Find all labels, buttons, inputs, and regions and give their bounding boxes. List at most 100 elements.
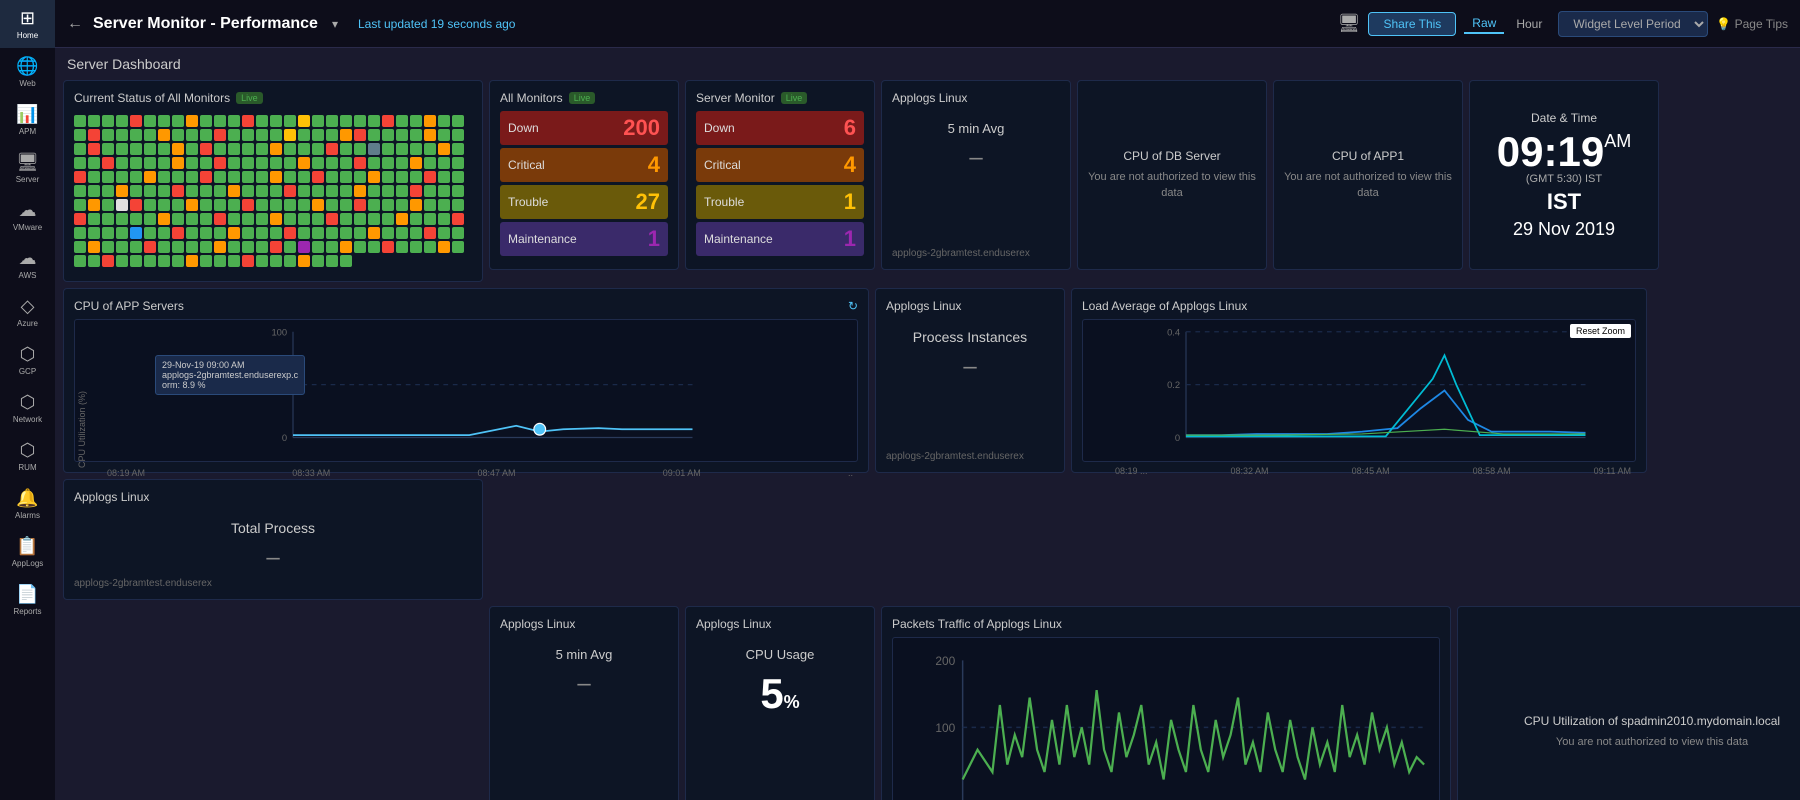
status-dot: [270, 157, 282, 169]
status-dot: [368, 213, 380, 225]
sidebar-label-home: Home: [17, 31, 38, 40]
server-stat-down: Down 6: [696, 111, 864, 145]
status-dot: [382, 171, 394, 183]
status-dot: [186, 185, 198, 197]
applogs-process-title: Applogs Linux: [886, 299, 1054, 313]
status-dot: [102, 129, 114, 141]
raw-button[interactable]: Raw: [1464, 14, 1504, 34]
status-dot: [172, 213, 184, 225]
hour-button[interactable]: Hour: [1508, 15, 1550, 33]
page-tips-link[interactable]: 💡 Page Tips: [1716, 17, 1788, 31]
live-badge: Live: [236, 92, 263, 104]
sidebar-item-vmware[interactable]: ☁ VMware: [0, 192, 55, 240]
monitor-stat-maintenance: Maintenance 1: [500, 222, 668, 256]
status-dot: [172, 199, 184, 211]
status-dot: [102, 171, 114, 183]
status-dot: [74, 213, 86, 225]
status-dot: [410, 213, 422, 225]
sidebar-item-azure[interactable]: ◇ Azure: [0, 288, 55, 336]
status-dot: [102, 241, 114, 253]
sidebar-item-aws[interactable]: ☁ AWS: [0, 240, 55, 288]
status-dot: [88, 241, 100, 253]
status-dot: [214, 129, 226, 141]
status-dot: [424, 199, 436, 211]
status-dot: [214, 185, 226, 197]
status-dot: [144, 241, 156, 253]
sidebar-item-alarms[interactable]: 🔔 Alarms: [0, 480, 55, 528]
sidebar-item-network[interactable]: ⬡ Network: [0, 384, 55, 432]
status-dot: [284, 185, 296, 197]
timezone: IST: [1547, 189, 1581, 215]
status-dot: [256, 129, 268, 141]
status-dot: [228, 171, 240, 183]
status-dot: [340, 143, 352, 155]
monitor-icon: 🖥: [1338, 13, 1361, 34]
status-dot: [368, 143, 380, 155]
status-dot: [270, 199, 282, 211]
cpu-db-auth-msg: You are not authorized to view this data: [1088, 169, 1256, 202]
status-dot: [102, 143, 114, 155]
status-dot: [424, 157, 436, 169]
status-dot: [74, 199, 86, 211]
sidebar-item-web[interactable]: 🌐 Web: [0, 48, 55, 96]
status-dot: [242, 213, 254, 225]
status-dot: [340, 255, 352, 267]
sidebar-item-applogs[interactable]: 📋 AppLogs: [0, 528, 55, 576]
status-dot: [438, 227, 450, 239]
sidebar-item-gcp[interactable]: ⬡ GCP: [0, 336, 55, 384]
packets-traffic-title: Packets Traffic of Applogs Linux: [892, 617, 1440, 631]
status-dot: [424, 227, 436, 239]
status-dot: [368, 115, 380, 127]
sidebar-item-home[interactable]: ⊞ Home: [0, 0, 55, 48]
sidebar-item-apm[interactable]: 📊 APM: [0, 96, 55, 144]
status-dot: [326, 115, 338, 127]
cpu-spadmin-auth-msg: You are not authorized to view this data: [1556, 734, 1748, 751]
title-dropdown[interactable]: ▾: [332, 17, 338, 31]
sidebar-item-reports[interactable]: 📄 Reports: [0, 576, 55, 624]
status-dot: [242, 171, 254, 183]
svg-text:100: 100: [935, 721, 955, 735]
status-dot: [74, 157, 86, 169]
status-dot: [186, 213, 198, 225]
status-dot: [438, 213, 450, 225]
status-dot: [88, 171, 100, 183]
server-stat-maintenance: Maintenance 1: [696, 222, 864, 256]
status-dot: [354, 241, 366, 253]
status-dot: [340, 115, 352, 127]
status-dot: [326, 241, 338, 253]
applogs-process-center: Process Instances –: [886, 329, 1054, 381]
tips-icon: 💡: [1716, 17, 1731, 31]
status-dot: [158, 171, 170, 183]
status-dot: [410, 157, 422, 169]
time-tz-detail: (GMT 5:30) IST: [1526, 173, 1602, 185]
share-button[interactable]: Share This: [1368, 12, 1456, 36]
status-dot: [298, 185, 310, 197]
packets-chart-area: 200 100 08:19 AM 08:33 AM 08:47 AM 09:01…: [892, 637, 1440, 800]
sidebar-label-aws: AWS: [19, 271, 37, 280]
status-dot: [410, 185, 422, 197]
status-dot: [200, 199, 212, 211]
refresh-icon[interactable]: ↻: [848, 299, 858, 313]
status-dot: [130, 115, 142, 127]
status-dot: [158, 199, 170, 211]
status-dot: [88, 199, 100, 211]
status-dot: [172, 157, 184, 169]
server-dashboard-title: Server Dashboard: [63, 56, 1792, 72]
status-dot: [312, 227, 324, 239]
status-dot: [256, 255, 268, 267]
status-dot: [172, 185, 184, 197]
status-dot: [340, 129, 352, 141]
status-dot: [326, 199, 338, 211]
cpu-app1-widget: CPU of APP1 You are not authorized to vi…: [1273, 80, 1463, 270]
back-button[interactable]: ←: [67, 15, 83, 33]
status-dot: [256, 185, 268, 197]
header: ← Server Monitor - Performance ▾ Last up…: [55, 0, 1800, 48]
status-dot: [312, 129, 324, 141]
status-dot: [228, 241, 240, 253]
top-row: Current Status of All Monitors Live All …: [63, 80, 1792, 282]
reset-zoom-button[interactable]: Reset Zoom: [1570, 324, 1631, 338]
sidebar-item-server[interactable]: 🖥 Server: [0, 144, 55, 192]
status-dot: [438, 185, 450, 197]
sidebar-item-rum[interactable]: ⬡ RUM: [0, 432, 55, 480]
widget-period-select[interactable]: Widget Level Period: [1558, 11, 1708, 37]
